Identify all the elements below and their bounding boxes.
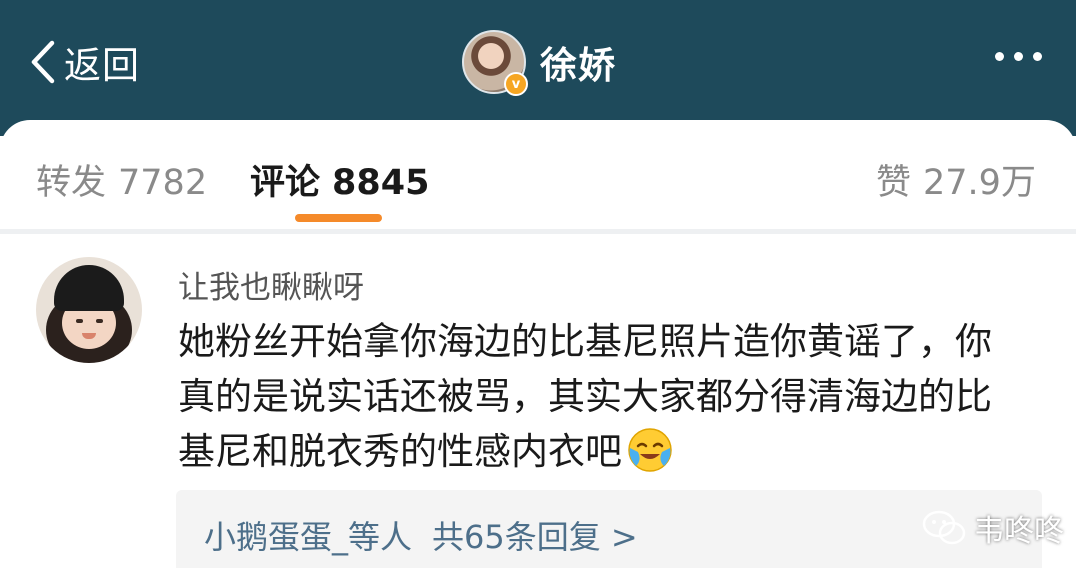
chevron-left-icon — [31, 40, 55, 84]
comment-line: 基尼和脱衣秀的性感内衣吧 — [178, 430, 622, 473]
avatar[interactable]: v — [462, 30, 528, 96]
comment-line: 真的是说实话还被骂，其实大家都分得清海边的比 — [178, 375, 992, 418]
tab-label: 评论 — [250, 163, 321, 203]
commenter-username[interactable]: 让我也瞅瞅呀 — [178, 262, 364, 307]
back-button[interactable]: 返回 — [28, 38, 140, 87]
verified-badge-icon: v — [504, 72, 528, 96]
top-nav-bar: 返回 v 徐娇 — [0, 0, 1076, 136]
comment-line-last: 基尼和脱衣秀的性感内衣吧 — [178, 424, 1038, 479]
divider — [0, 229, 1076, 234]
tab-count: 8845 — [332, 163, 430, 203]
watermark-text: 韦咚咚 — [974, 514, 1064, 549]
profile-name[interactable]: 徐娇 — [540, 35, 616, 89]
back-label: 返回 — [64, 44, 140, 87]
tab-label: 赞 — [876, 163, 912, 203]
comment-line: 她粉丝开始拿你海边的比基尼照片造你黄谣了，你 — [178, 320, 992, 363]
tab-count: 7782 — [118, 163, 208, 203]
dot-icon — [1014, 52, 1023, 61]
more-options-button[interactable] — [995, 52, 1042, 61]
dot-icon — [1033, 52, 1042, 61]
replies-preview[interactable]: 小鹅蛋蛋_等人 共65条回复 > — [176, 490, 1042, 568]
profile-header[interactable]: v 徐娇 — [462, 30, 616, 96]
tab-bar: 转发 7782 评论 8845 赞 27.9万 — [0, 120, 1076, 230]
wechat-icon — [922, 510, 966, 545]
active-tab-indicator — [295, 214, 382, 222]
replies-link[interactable]: 小鹅蛋蛋_等人 共65条回复 > — [204, 512, 638, 558]
tab-count: 27.9万 — [923, 163, 1036, 203]
reply-count[interactable]: 共65条回复 > — [432, 518, 638, 556]
dot-icon — [995, 52, 1004, 61]
tab-label: 转发 — [36, 163, 107, 203]
commenter-avatar[interactable] — [36, 257, 142, 363]
tab-reposts[interactable]: 转发 7782 — [36, 154, 207, 205]
watermark: 韦咚咚 — [922, 506, 1064, 550]
crying-laughing-emoji-icon — [628, 428, 672, 472]
tab-comments[interactable]: 评论 8845 — [250, 154, 429, 205]
reply-authors[interactable]: 小鹅蛋蛋_等人 — [204, 518, 412, 556]
comment-text: 她粉丝开始拿你海边的比基尼照片造你黄谣了，你 真的是说实话还被骂，其实大家都分得… — [178, 314, 1038, 479]
tab-likes[interactable]: 赞 27.9万 — [876, 154, 1036, 205]
